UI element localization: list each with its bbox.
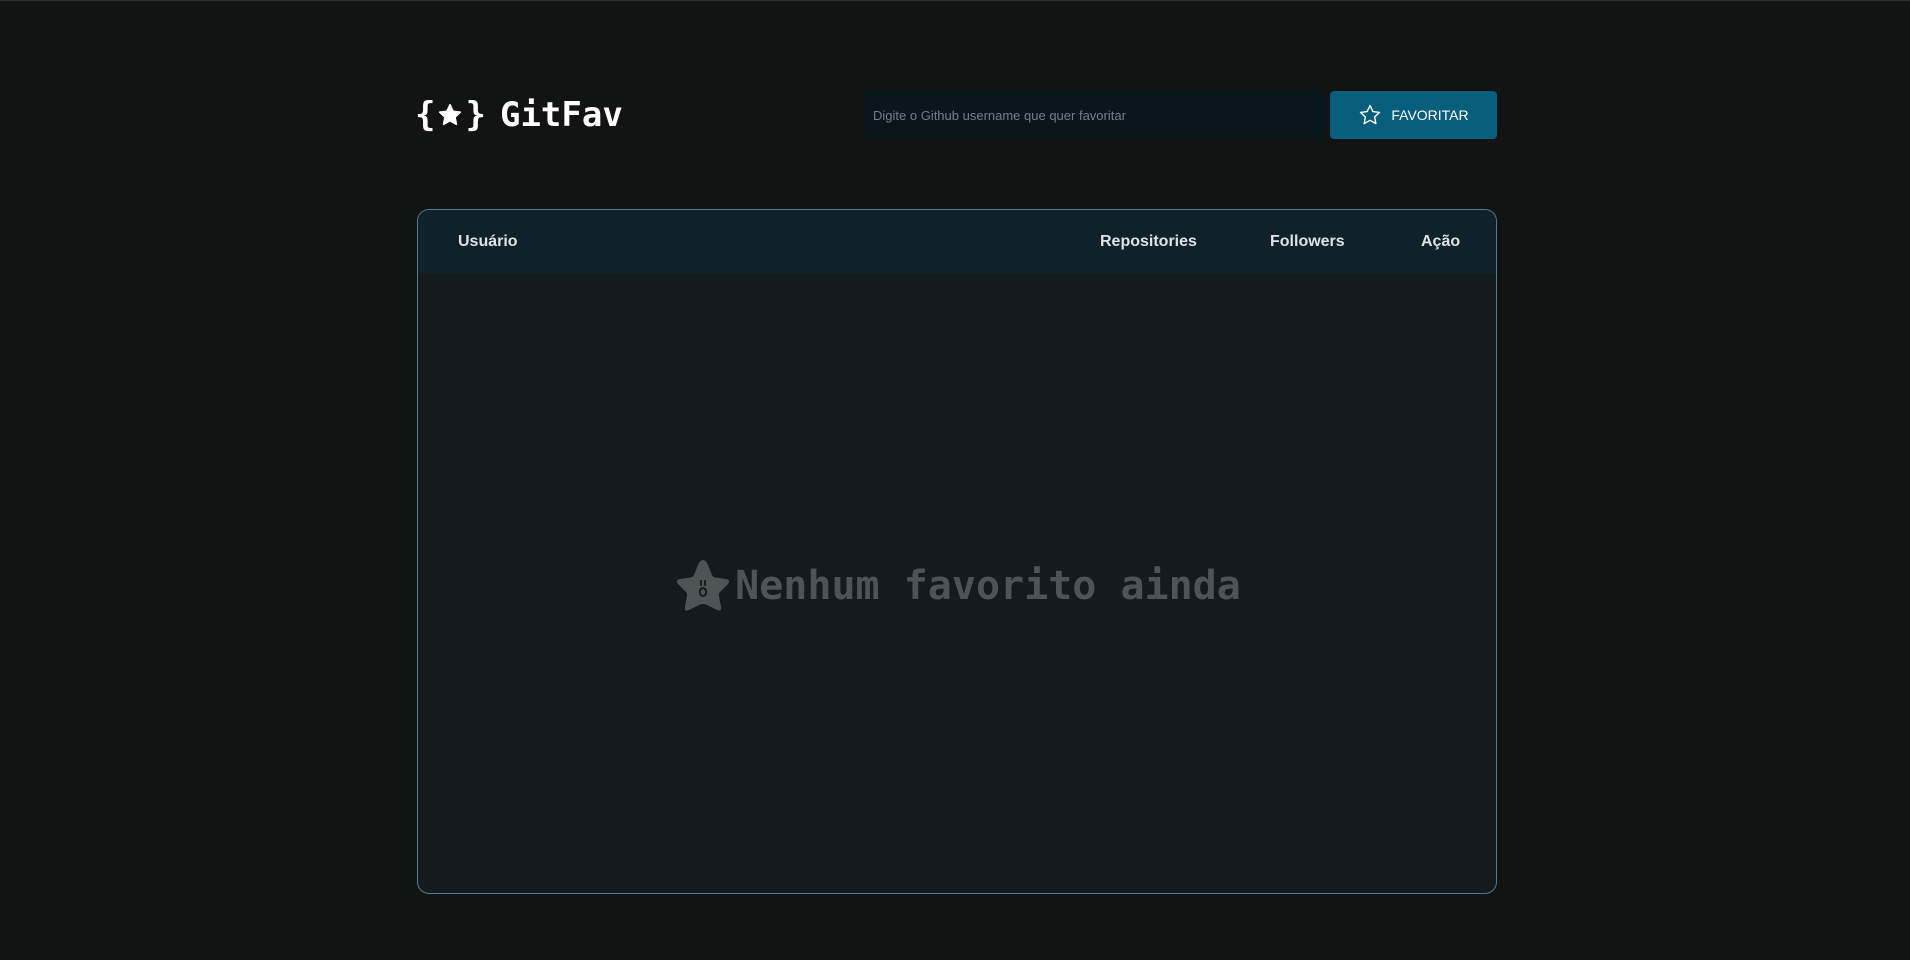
logo-brace-close: } (465, 95, 486, 135)
logo-brace-open: { (415, 95, 436, 135)
table-header: Usuário Repositories Followers Ação (418, 210, 1496, 273)
search-input[interactable] (863, 91, 1326, 139)
star-icon (439, 103, 462, 126)
app-logo: { } GitFav (415, 93, 623, 137)
column-header-action: Ação (1421, 233, 1461, 250)
star-outline-icon (1360, 104, 1381, 125)
empty-state: Nenhum favorito ainda (418, 556, 1496, 616)
column-header-repositories: Repositories (1100, 233, 1197, 250)
favorite-button[interactable]: FAVORITAR (1330, 91, 1497, 139)
favorites-table: Usuário Repositories Followers Ação Nenh… (417, 209, 1497, 894)
app-name: GitFav (499, 95, 623, 135)
column-header-user: Usuário (458, 233, 518, 250)
favorite-button-label: FAVORITAR (1391, 107, 1469, 123)
empty-state-message: Nenhum favorito ainda (735, 563, 1241, 609)
column-header-followers: Followers (1270, 233, 1345, 250)
surprised-star-icon (677, 560, 730, 611)
